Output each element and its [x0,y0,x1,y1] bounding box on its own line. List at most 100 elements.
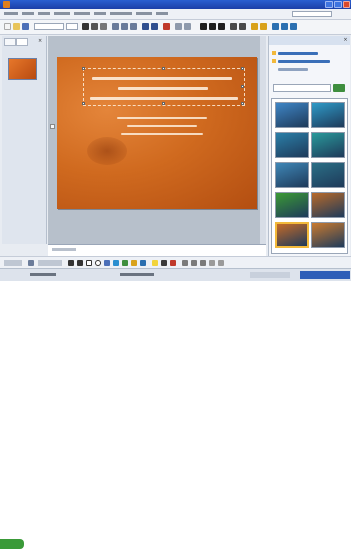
dash-style-icon[interactable] [191,260,197,266]
body-placeholder[interactable] [97,113,227,143]
design-template-tile[interactable] [311,102,345,128]
bold-icon[interactable] [82,23,89,30]
scroll-marker[interactable] [50,124,55,129]
menu-item-file[interactable] [4,12,18,15]
toolbar-icon[interactable] [230,23,237,30]
title-text-line [92,77,232,80]
task-pane-links [272,49,347,79]
numbering-icon[interactable] [151,23,158,30]
open-folder-icon[interactable] [13,23,20,30]
line-icon[interactable] [68,260,74,266]
help-search-box[interactable] [292,11,332,17]
resize-handle[interactable] [241,102,244,105]
fill-color-icon[interactable] [152,260,158,266]
maximize-button[interactable] [334,1,342,8]
clip-art-icon[interactable] [131,260,137,266]
slides-pane: × [2,36,47,244]
design-template-tile[interactable] [275,162,309,188]
new-document-icon[interactable] [4,23,11,30]
menu-item-help[interactable] [156,12,168,15]
design-template-tile[interactable] [311,132,345,158]
picture-icon[interactable] [140,260,146,266]
vertical-scrollbar[interactable] [260,36,266,244]
text-box-icon[interactable] [104,260,110,266]
bullet-icon [272,51,276,55]
align-right-icon[interactable] [130,23,137,30]
italic-icon[interactable] [91,23,98,30]
shadow-style-icon[interactable] [209,260,215,266]
font-size-select[interactable] [66,23,78,30]
save-icon[interactable] [22,23,29,30]
design-icon[interactable] [175,23,182,30]
template-search-input[interactable] [273,84,331,92]
font-color-icon[interactable] [163,23,170,30]
go-button[interactable] [333,84,345,92]
wordart-icon[interactable] [113,260,119,266]
design-template-tile[interactable] [275,222,309,248]
design-template-tile[interactable] [275,192,309,218]
menu-item-edit[interactable] [22,12,34,15]
menu-item-insert[interactable] [54,12,70,15]
font-color-icon[interactable] [170,260,176,266]
toolbar-icon[interactable] [260,23,267,30]
oval-icon[interactable] [95,260,101,266]
tab-slides[interactable] [16,38,28,46]
design-template-tile[interactable] [275,102,309,128]
new-slide-icon[interactable] [184,23,191,30]
toolbar-icon[interactable] [281,23,288,30]
line-color-icon[interactable] [161,260,167,266]
3d-style-icon[interactable] [218,260,224,266]
resize-handle[interactable] [162,67,165,70]
toolbar-icon[interactable] [290,23,297,30]
menu-item-tools[interactable] [94,12,106,15]
arrow-style-icon[interactable] [200,260,206,266]
line-style-icon[interactable] [182,260,188,266]
resize-handle[interactable] [241,85,244,88]
select-pointer-icon[interactable] [28,260,34,266]
toolbar-icon[interactable] [218,23,225,30]
design-template-tile[interactable] [275,132,309,158]
app-window: × × [0,0,351,549]
autoshapes-button[interactable] [38,260,62,266]
design-template-tile[interactable] [311,222,345,248]
task-pane-link[interactable] [278,52,318,55]
align-center-icon[interactable] [121,23,128,30]
body-text-line [121,133,203,135]
task-pane-link[interactable] [278,60,330,63]
start-button[interactable] [0,539,24,549]
close-pane-icon[interactable]: × [38,39,43,44]
align-left-icon[interactable] [112,23,119,30]
toolbar-icon[interactable] [251,23,258,30]
toolbar-icon[interactable] [239,23,246,30]
rectangle-icon[interactable] [86,260,92,266]
close-window-button[interactable] [343,1,350,8]
diagram-icon[interactable] [122,260,128,266]
close-icon[interactable]: × [343,38,348,43]
tab-outline[interactable] [4,38,16,46]
menu-item-view[interactable] [38,12,50,15]
toolbar-icon[interactable] [272,23,279,30]
bullets-icon[interactable] [142,23,149,30]
title-placeholder[interactable] [82,67,245,106]
task-pane-link[interactable] [278,68,308,71]
slide-counter-placeholder [30,273,56,276]
toolbar-icon[interactable] [209,23,216,30]
slide-thumbnail[interactable] [8,58,37,80]
toolbar-icon[interactable] [200,23,207,30]
underline-icon[interactable] [100,23,107,30]
menu-item-format[interactable] [74,12,90,15]
design-template-tile[interactable] [311,192,345,218]
font-name-select[interactable] [34,23,64,30]
slide[interactable] [57,57,257,209]
menu-item-window[interactable] [136,12,152,15]
resize-handle[interactable] [162,102,165,105]
arrow-icon[interactable] [77,260,83,266]
resize-handle[interactable] [82,67,85,70]
design-template-tile[interactable] [311,162,345,188]
title-text-line [118,87,208,90]
minimize-button[interactable] [325,1,333,8]
resize-handle[interactable] [241,67,244,70]
menu-item-slide-show[interactable] [110,12,132,15]
draw-menu-button[interactable] [4,260,22,266]
resize-handle[interactable] [82,102,85,105]
